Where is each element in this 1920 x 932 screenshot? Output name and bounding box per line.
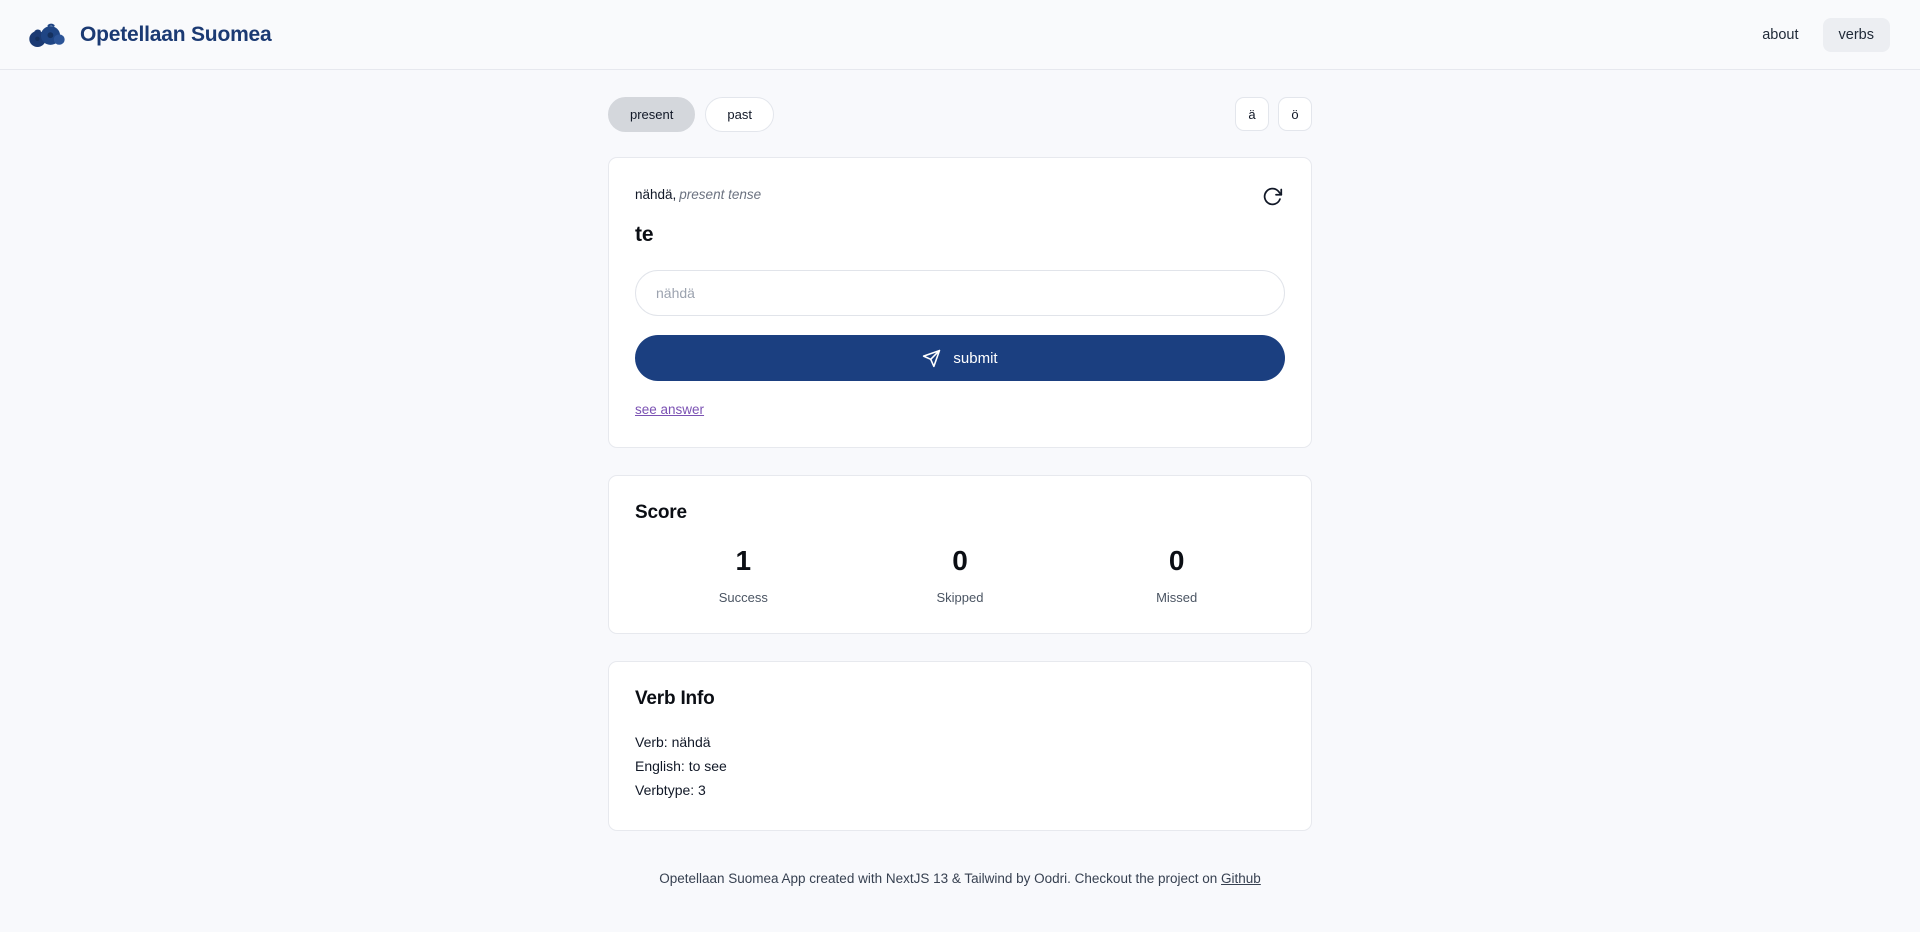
score-cell-success: 1 Success xyxy=(635,545,852,606)
special-char-group: ä ö xyxy=(1235,97,1312,131)
header-nav: about verbs xyxy=(1746,17,1890,52)
special-char-button-o-umlaut[interactable]: ö xyxy=(1278,97,1312,131)
toolbar: present past ä ö xyxy=(608,95,1312,133)
verb-info-card: Verb Info Verb: nähdä English: to see Ve… xyxy=(608,661,1312,831)
brand-title: Opetellaan Suomea xyxy=(80,22,272,46)
nav-link-verbs[interactable]: verbs xyxy=(1822,17,1890,52)
submit-button-label: submit xyxy=(953,349,998,367)
quiz-verb: nähdä, xyxy=(635,187,677,202)
send-icon xyxy=(923,349,941,367)
tense-button-past[interactable]: past xyxy=(705,96,774,132)
quiz-meta: nähdä, present tense xyxy=(635,184,761,202)
score-cell-missed: 0 Missed xyxy=(1068,545,1285,606)
footer-text: Opetellaan Suomea App created with NextJ… xyxy=(659,871,1218,886)
verb-info-title: Verb Info xyxy=(635,688,715,709)
submit-button[interactable]: submit xyxy=(635,335,1285,381)
score-title: Score xyxy=(635,502,687,523)
nav-link-about[interactable]: about xyxy=(1746,18,1814,52)
quiz-tense-label: present tense xyxy=(679,187,762,202)
tense-toggle-group: present past xyxy=(608,96,774,132)
tense-button-present[interactable]: present xyxy=(608,96,696,132)
score-value-skipped: 0 xyxy=(952,545,968,576)
score-value-missed: 0 xyxy=(1168,545,1185,576)
score-label-skipped: Skipped xyxy=(936,590,984,605)
refresh-cw-icon xyxy=(1263,187,1283,206)
special-char-button-a-umlaut[interactable]: ä xyxy=(1235,97,1269,131)
quiz-header: nähdä, present tense xyxy=(635,184,1285,209)
score-grid: 1 Success 0 Skipped 0 Missed xyxy=(635,545,1285,606)
verb-info-lines: Verb: nähdä English: to see Verbtype: 3 xyxy=(635,730,1285,802)
footer-github-link[interactable]: Github xyxy=(1221,871,1261,886)
see-answer-link[interactable]: see answer xyxy=(635,402,704,417)
app-header: Opetellaan Suomea about verbs xyxy=(0,0,1920,70)
answer-input[interactable] xyxy=(635,270,1285,316)
pronoun-prompt: te xyxy=(635,223,654,246)
verb-info-line-verb: Verb: nähdä xyxy=(635,734,711,750)
score-card: Score 1 Success 0 Skipped 0 Missed xyxy=(608,475,1312,634)
blueberries-icon xyxy=(29,23,65,47)
score-value-success: 1 xyxy=(735,545,752,576)
score-label-missed: Missed xyxy=(1156,590,1198,605)
verb-info-line-english: English: to see xyxy=(635,758,727,774)
refresh-button[interactable] xyxy=(1260,184,1285,209)
score-cell-skipped: 0 Skipped xyxy=(852,545,1069,606)
verb-info-line-verbtype: Verbtype: 3 xyxy=(635,782,706,798)
score-label-success: Success xyxy=(718,590,768,605)
quiz-card: nähdä,present tense te submit see answer xyxy=(608,157,1312,448)
main-content: present past ä ö nähdä,present tense te xyxy=(608,70,1312,886)
app-footer: Opetellaan Suomea App created with NextJ… xyxy=(608,871,1312,886)
brand[interactable]: Opetellaan Suomea xyxy=(26,18,272,52)
